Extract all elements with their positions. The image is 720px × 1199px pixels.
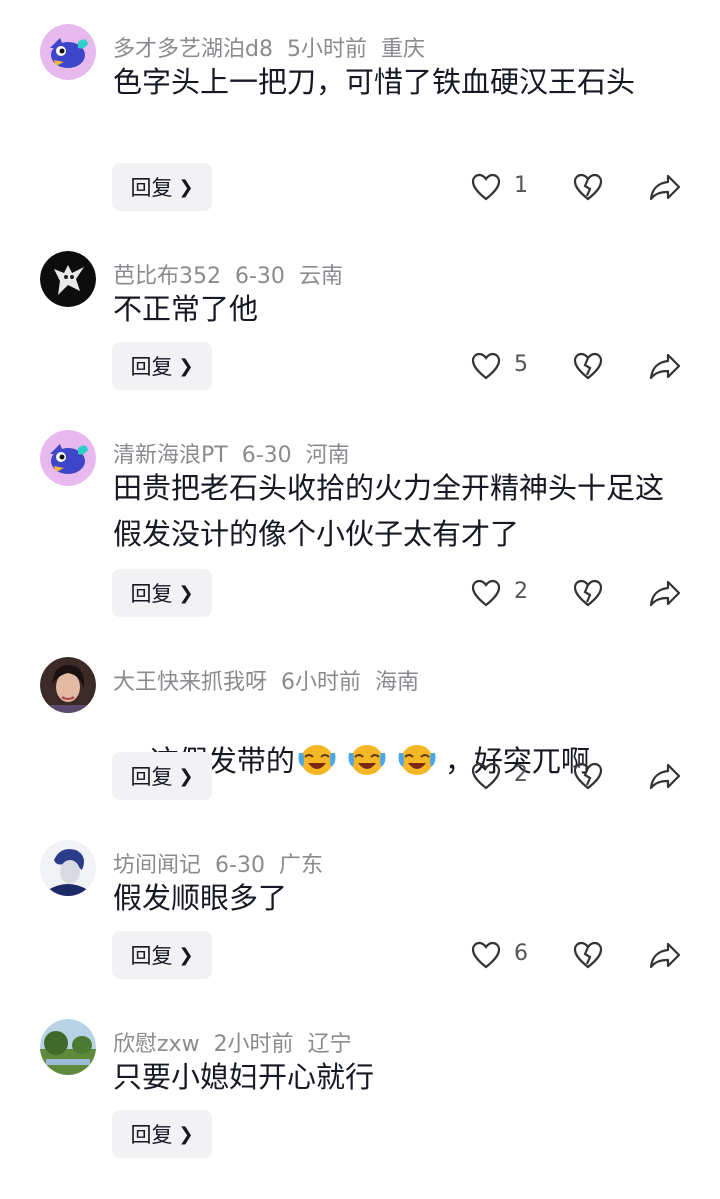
chevron-right-icon: ❯ (178, 355, 194, 377)
chevron-right-icon: ❯ (178, 944, 194, 966)
reply-label: 回复 (130, 582, 173, 606)
comment-item: 多才多艺湖泊d8 5小时前 重庆 色字头上一把刀，可惜了铁血硬汉王石头 回复 ❯ 1 (0, 24, 720, 211)
reply-label: 回复 (130, 765, 173, 789)
reply-button[interactable]: 回复 ❯ (112, 931, 212, 979)
like-count: 6 (514, 941, 528, 966)
comment-actions: 1 (470, 167, 685, 207)
comment-actions: 5 (470, 346, 685, 386)
reply-button[interactable]: 回复 ❯ (112, 342, 212, 390)
broken-heart-icon[interactable] (572, 577, 604, 609)
comment-text: 色字头上一把刀，可惜了铁血硬汉王石头 (113, 65, 636, 99)
chevron-right-icon: ❯ (178, 1123, 194, 1145)
white-creature-avatar-icon[interactable] (40, 251, 96, 307)
comment-text: 假发顺眼多了 (113, 881, 288, 915)
fish-avatar-icon[interactable] (40, 24, 96, 80)
reply-label: 回复 (130, 355, 173, 379)
comment-item: 芭比布352 6-30 云南 不正常了他 回复 ❯ 5 (0, 251, 720, 431)
woman-portrait-avatar-icon[interactable] (40, 657, 96, 713)
like-count: 1 (514, 173, 528, 198)
reply-button[interactable]: 回复 ❯ (112, 752, 212, 800)
comment-text: 只要小媳妇开心就行 (113, 1060, 375, 1094)
landscape-avatar-icon[interactable] (40, 1019, 96, 1075)
comment-text: 田贵把老石头收拾的火力全开精神头十足这假发没计的像个小伙子太有才了 (113, 471, 665, 551)
broken-heart-icon[interactable] (572, 760, 604, 792)
reply-button[interactable]: 回复 ❯ (112, 569, 212, 617)
comment-item: 欣慰zxw 2小时前 辽宁 只要小媳妇开心就行 回复 ❯ (0, 1019, 720, 1199)
like-count: 5 (514, 352, 528, 377)
ink-portrait-avatar-icon[interactable] (40, 840, 96, 896)
laughing-crying-emoji-icon (348, 745, 386, 775)
chevron-right-icon: ❯ (178, 176, 194, 198)
comment-actions: 6 (470, 935, 685, 975)
like-count: 2 (514, 579, 528, 604)
broken-heart-icon[interactable] (572, 350, 604, 382)
like-count: 2 (514, 762, 528, 787)
heart-icon[interactable] (470, 350, 502, 382)
share-icon[interactable] (648, 171, 682, 203)
share-icon[interactable] (648, 760, 682, 792)
reply-label: 回复 (130, 1123, 173, 1147)
fish-avatar-icon[interactable] (40, 430, 96, 486)
share-icon[interactable] (648, 350, 682, 382)
share-icon[interactable] (648, 939, 682, 971)
heart-icon[interactable] (470, 760, 502, 792)
reply-button[interactable]: 回复 ❯ (112, 1110, 212, 1158)
comment-item: 清新海浪PT 6-30 河南 田贵把老石头收拾的火力全开精神头十足这假发没计的像个小… (0, 430, 720, 617)
heart-icon[interactable] (470, 171, 502, 203)
reply-label: 回复 (130, 176, 173, 200)
comment-item: 坊间闻记 6-30 广东 假发顺眼多了 回复 ❯ 6 (0, 840, 720, 1020)
laughing-crying-emoji-icon (298, 745, 336, 775)
share-icon[interactable] (648, 577, 682, 609)
comment-actions: 2 (470, 756, 685, 796)
reply-label: 回复 (130, 944, 173, 968)
comment-actions: 2 (470, 573, 685, 613)
chevron-right-icon: ❯ (178, 765, 194, 787)
comment-item: 大王快来抓我呀 6小时前 海南 这假发带的 ，好突兀啊 回复 ❯ 2 (0, 657, 720, 837)
heart-icon[interactable] (470, 939, 502, 971)
reply-button[interactable]: 回复 ❯ (112, 163, 212, 211)
chevron-right-icon: ❯ (178, 582, 194, 604)
laughing-crying-emoji-icon (398, 745, 436, 775)
broken-heart-icon[interactable] (572, 171, 604, 203)
comment-text: 不正常了他 (113, 292, 259, 326)
heart-icon[interactable] (470, 577, 502, 609)
broken-heart-icon[interactable] (572, 939, 604, 971)
